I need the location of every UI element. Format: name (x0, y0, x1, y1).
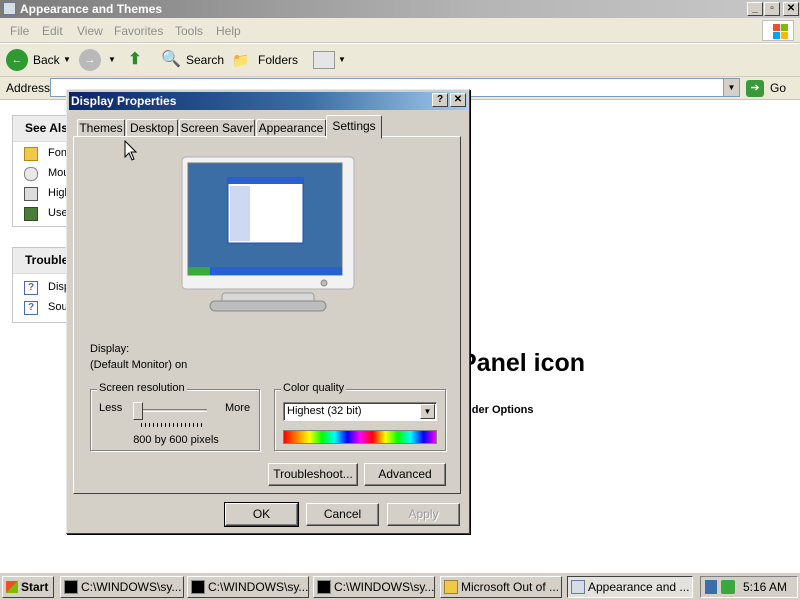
user-picture-icon (24, 207, 38, 221)
windows-flag-icon (6, 581, 18, 593)
address-dropdown-icon[interactable]: ▼ (723, 79, 739, 96)
maximize-button[interactable]: ▫ (764, 2, 780, 16)
task-button-cmd-3[interactable]: C:\WINDOWS\sy... (313, 576, 435, 598)
mouse-icon (24, 167, 38, 181)
ok-button[interactable]: OK (224, 502, 299, 527)
command-prompt-icon (64, 580, 78, 594)
start-label: Start (21, 580, 49, 594)
slider-ticks (141, 423, 205, 427)
color-quality-value: Highest (32 bit) (287, 405, 362, 417)
apply-button[interactable]: Apply (387, 503, 460, 526)
command-prompt-icon (317, 580, 331, 594)
display-label: Display: (90, 343, 130, 355)
go-arrow-icon[interactable]: ➔ (746, 80, 764, 97)
address-label: Address (6, 81, 51, 95)
dialog-title: Display Properties (71, 94, 177, 108)
task-button-cmd-1[interactable]: C:\WINDOWS\sy... (60, 576, 184, 598)
search-icon[interactable]: 🔍 (161, 49, 183, 71)
resolution-slider-thumb[interactable] (133, 402, 143, 420)
search-button-label[interactable]: Search (186, 49, 224, 71)
see-also-header: See Als (13, 116, 71, 142)
folder-icon (571, 580, 585, 594)
back-arrow-icon[interactable]: ← (6, 49, 28, 71)
back-dropdown-icon[interactable]: ▼ (63, 49, 71, 71)
mouse-cursor-icon (124, 140, 138, 161)
standard-toolbar: ← Back ▼ → ▼ ⬆ 🔍 Search 📁 Folders ▼ (0, 44, 800, 77)
close-button[interactable]: ✕ (783, 2, 799, 16)
dialog-close-button[interactable]: ✕ (450, 93, 466, 107)
troubleshooters-header: Trouble (13, 248, 71, 274)
color-quality-select[interactable]: Highest (32 bit) ▼ (283, 402, 437, 421)
dialog-title-bar: Display Properties ? ✕ (69, 92, 467, 110)
chevron-down-icon[interactable]: ▼ (420, 404, 435, 419)
screen-resolution-legend: Screen resolution (97, 382, 187, 394)
menu-bar: File Edit View Favorites Tools Help (0, 18, 800, 43)
resolution-less-label: Less (99, 402, 123, 414)
folder-icon (3, 2, 16, 15)
task-button-cmd-2[interactable]: C:\WINDOWS\sy... (187, 576, 309, 598)
taskbar: Start C:\WINDOWS\sy... C:\WINDOWS\sy... … (0, 572, 800, 600)
tab-settings[interactable]: Settings (326, 115, 382, 139)
main-heading: Panel icon (460, 349, 586, 377)
monitor-preview (181, 156, 355, 312)
preview-taskbar (188, 267, 342, 275)
resolution-value: 800 by 600 pixels (133, 434, 219, 446)
help-icon: ? (24, 301, 38, 315)
forward-dropdown-icon[interactable]: ▼ (108, 49, 116, 71)
menu-view[interactable]: View (77, 24, 103, 38)
menu-file[interactable]: File (10, 24, 29, 38)
screen-resolution-group: Screen resolution Less More 800 by 600 p… (90, 382, 260, 451)
menu-edit[interactable]: Edit (42, 24, 63, 38)
minimize-button[interactable]: _ (747, 2, 763, 16)
resolution-slider-track[interactable] (139, 409, 207, 412)
menu-tools[interactable]: Tools (175, 24, 203, 38)
setup-wizard-icon (444, 580, 458, 594)
task-button-out-of-box[interactable]: Microsoft Out of ... (440, 576, 562, 598)
advanced-button[interactable]: Advanced (364, 463, 446, 486)
high-contrast-icon (24, 187, 38, 201)
color-quality-group: Color quality Highest (32 bit) ▼ (274, 382, 446, 451)
cancel-button[interactable]: Cancel (306, 503, 379, 526)
color-spectrum-bar (283, 430, 437, 444)
views-dropdown-icon[interactable]: ▼ (338, 49, 346, 71)
troubleshoot-button[interactable]: Troubleshoot... (268, 463, 358, 486)
fonts-folder-icon (24, 147, 38, 161)
help-button[interactable]: ? (432, 93, 448, 107)
menu-favorites[interactable]: Favorites (114, 24, 163, 38)
security-alert-icon[interactable] (721, 580, 735, 594)
forward-arrow-icon[interactable]: → (79, 49, 101, 71)
menu-help[interactable]: Help (216, 24, 241, 38)
settings-tab-page: Display: (Default Monitor) on Screen res… (73, 136, 461, 494)
tab-strip: Themes Desktop Screen Saver Appearance S… (73, 115, 463, 139)
folder-options-link[interactable]: older Options (462, 404, 534, 416)
display-value: (Default Monitor) on (90, 359, 188, 371)
back-button-label[interactable]: Back (33, 49, 60, 71)
folders-button-label[interactable]: Folders (258, 49, 298, 71)
network-icon[interactable] (705, 580, 717, 594)
clock: 5:16 AM (742, 580, 787, 594)
help-icon: ? (24, 281, 38, 295)
views-icon[interactable] (313, 51, 335, 69)
explorer-title-bar: Appearance and Themes _ ▫ ✕ (0, 0, 800, 18)
system-tray: 5:16 AM (700, 576, 798, 598)
resolution-more-label: More (225, 402, 251, 414)
command-prompt-icon (191, 580, 205, 594)
window-title: Appearance and Themes (20, 2, 163, 16)
folders-icon[interactable]: 📁 (232, 49, 254, 71)
up-folder-icon[interactable]: ⬆ (125, 49, 145, 71)
task-button-appearance[interactable]: Appearance and ... (567, 576, 693, 598)
start-button[interactable]: Start (2, 576, 54, 598)
go-button-label[interactable]: Go (770, 81, 786, 95)
color-quality-legend: Color quality (281, 382, 347, 394)
windows-logo-icon (762, 20, 794, 41)
